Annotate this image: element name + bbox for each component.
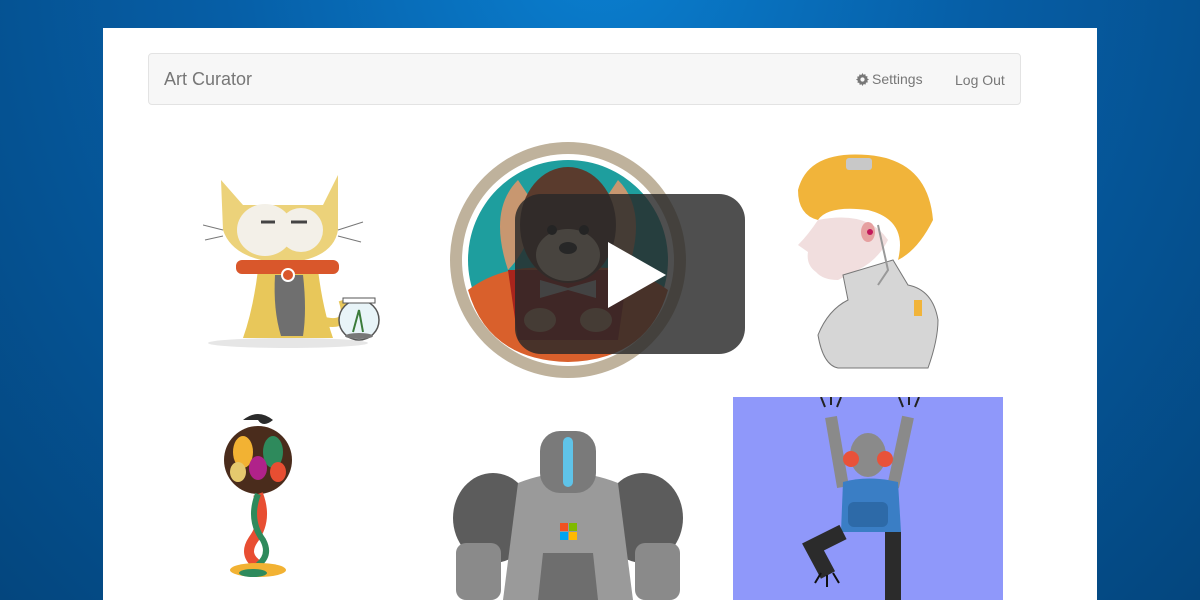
artwork-cat[interactable] [203,160,383,350]
artwork-climber[interactable] [733,397,1003,600]
artwork-cyborg[interactable] [788,150,948,370]
video-play-button[interactable] [515,194,745,354]
artwork-abstract-tree[interactable] [213,410,303,580]
settings-link[interactable]: Settings [856,71,923,87]
play-icon [608,242,666,308]
settings-label: Settings [872,71,923,87]
gear-icon [856,72,869,86]
brand-link[interactable]: Art Curator [164,69,252,90]
artwork-robot[interactable] [448,423,688,600]
page-container: Art Curator Settings Log Out [103,28,1097,600]
navbar: Art Curator Settings Log Out [148,53,1021,105]
logout-link[interactable]: Log Out [955,72,1005,88]
